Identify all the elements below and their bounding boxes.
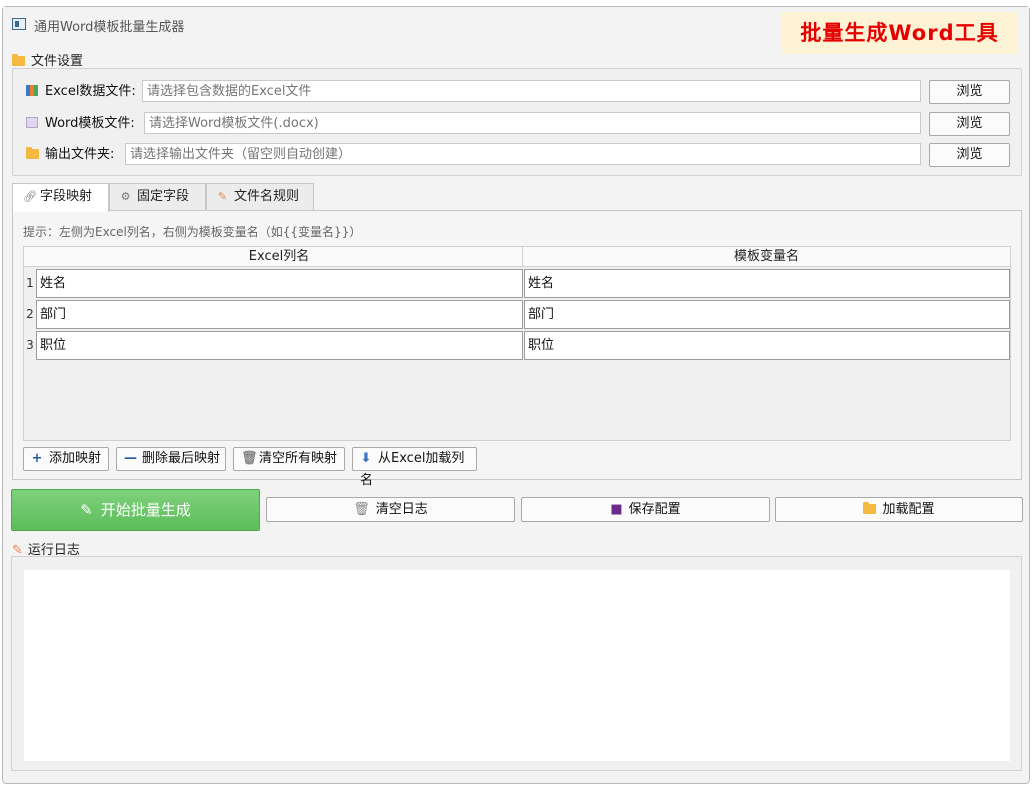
clear-log-button[interactable]: 🗑︎ 清空日志 xyxy=(266,497,515,522)
template-variable-cell[interactable]: 姓名 xyxy=(524,269,1010,298)
log-textarea[interactable] xyxy=(24,570,1010,761)
column-header-excel[interactable]: Excel列名 xyxy=(36,247,523,267)
banner-title: 批量生成Word工具 xyxy=(781,12,1018,54)
template-variable-cell[interactable]: 部门 xyxy=(524,300,1010,329)
table-row: 3 职位 职位 xyxy=(24,330,1010,361)
trash-icon: 🗑︎ xyxy=(241,451,258,466)
folder-icon xyxy=(863,502,877,514)
pencil-icon: ✎ xyxy=(80,501,93,519)
tab-field-mapping[interactable]: 🔗︎ 字段映射 xyxy=(12,183,109,212)
row-number[interactable]: 3 xyxy=(24,330,36,361)
excel-column-cell[interactable]: 姓名 xyxy=(36,269,523,298)
column-header-variable[interactable]: 模板变量名 xyxy=(523,247,1010,267)
word-browse-button[interactable]: 浏览 xyxy=(929,112,1010,136)
delete-last-mapping-button[interactable]: — 删除最后映射 xyxy=(116,447,226,471)
field-mapping-panel: 提示：左侧为Excel列名，右侧为模板变量名（如{{变量名}}） Excel列名… xyxy=(12,210,1022,488)
mapping-table: Excel列名 模板变量名 1 姓名 姓名 2 部门 部门 3 职位 职位 xyxy=(23,246,1011,441)
save-icon: ■ xyxy=(610,502,623,517)
link-icon: 🔗︎ xyxy=(23,190,37,203)
clear-all-mappings-button[interactable]: 🗑︎清空所有映射 xyxy=(233,447,345,471)
plus-icon: + xyxy=(31,451,43,466)
folder-icon xyxy=(26,147,39,159)
window-title: 通用Word模板批量生成器 xyxy=(34,20,185,35)
table-row: 1 姓名 姓名 xyxy=(24,268,1010,299)
start-batch-button[interactable]: ✎ 开始批量生成 xyxy=(11,489,260,531)
gear-icon: ⚙ xyxy=(120,190,131,203)
run-log-group xyxy=(11,556,1022,771)
excel-icon xyxy=(26,85,38,96)
app-icon xyxy=(12,18,26,30)
load-config-button[interactable]: 加载配置 xyxy=(775,497,1023,522)
output-folder-input[interactable] xyxy=(125,143,921,165)
excel-browse-button[interactable]: 浏览 xyxy=(929,80,1010,104)
add-mapping-button[interactable]: + 添加映射 xyxy=(23,447,109,471)
file-settings-label: 文件设置 xyxy=(12,50,83,69)
word-icon xyxy=(26,117,38,128)
import-icon: ⬇ xyxy=(360,451,372,466)
load-from-excel-button[interactable]: ⬇ 从Excel加载列名 xyxy=(352,447,477,488)
edit-icon: ✎ xyxy=(217,190,228,203)
word-template-input[interactable] xyxy=(144,112,921,134)
tab-filename-rules[interactable]: ✎ 文件名规则 xyxy=(206,183,314,211)
row-number[interactable]: 2 xyxy=(24,299,36,330)
folder-icon xyxy=(12,54,25,66)
minus-icon: — xyxy=(124,451,137,466)
trash-icon: 🗑︎ xyxy=(353,502,370,517)
table-row: 2 部门 部门 xyxy=(24,299,1010,330)
excel-column-cell[interactable]: 职位 xyxy=(36,331,523,360)
table-header: Excel列名 模板变量名 xyxy=(24,247,1010,267)
excel-file-label: Excel数据文件: xyxy=(26,81,136,103)
tab-fixed-fields[interactable]: ⚙ 固定字段 xyxy=(109,183,206,211)
output-folder-label: 输出文件夹: xyxy=(26,144,114,166)
row-number[interactable]: 1 xyxy=(24,268,36,299)
output-browse-button[interactable]: 浏览 xyxy=(929,143,1010,167)
excel-file-input[interactable] xyxy=(142,80,921,102)
word-template-label: Word模板文件: xyxy=(26,113,135,135)
save-config-button[interactable]: ■ 保存配置 xyxy=(521,497,770,522)
excel-column-cell[interactable]: 部门 xyxy=(36,300,523,329)
mapping-hint: 提示：左侧为Excel列名，右侧为模板变量名（如{{变量名}}） xyxy=(23,225,362,239)
template-variable-cell[interactable]: 职位 xyxy=(524,331,1010,360)
